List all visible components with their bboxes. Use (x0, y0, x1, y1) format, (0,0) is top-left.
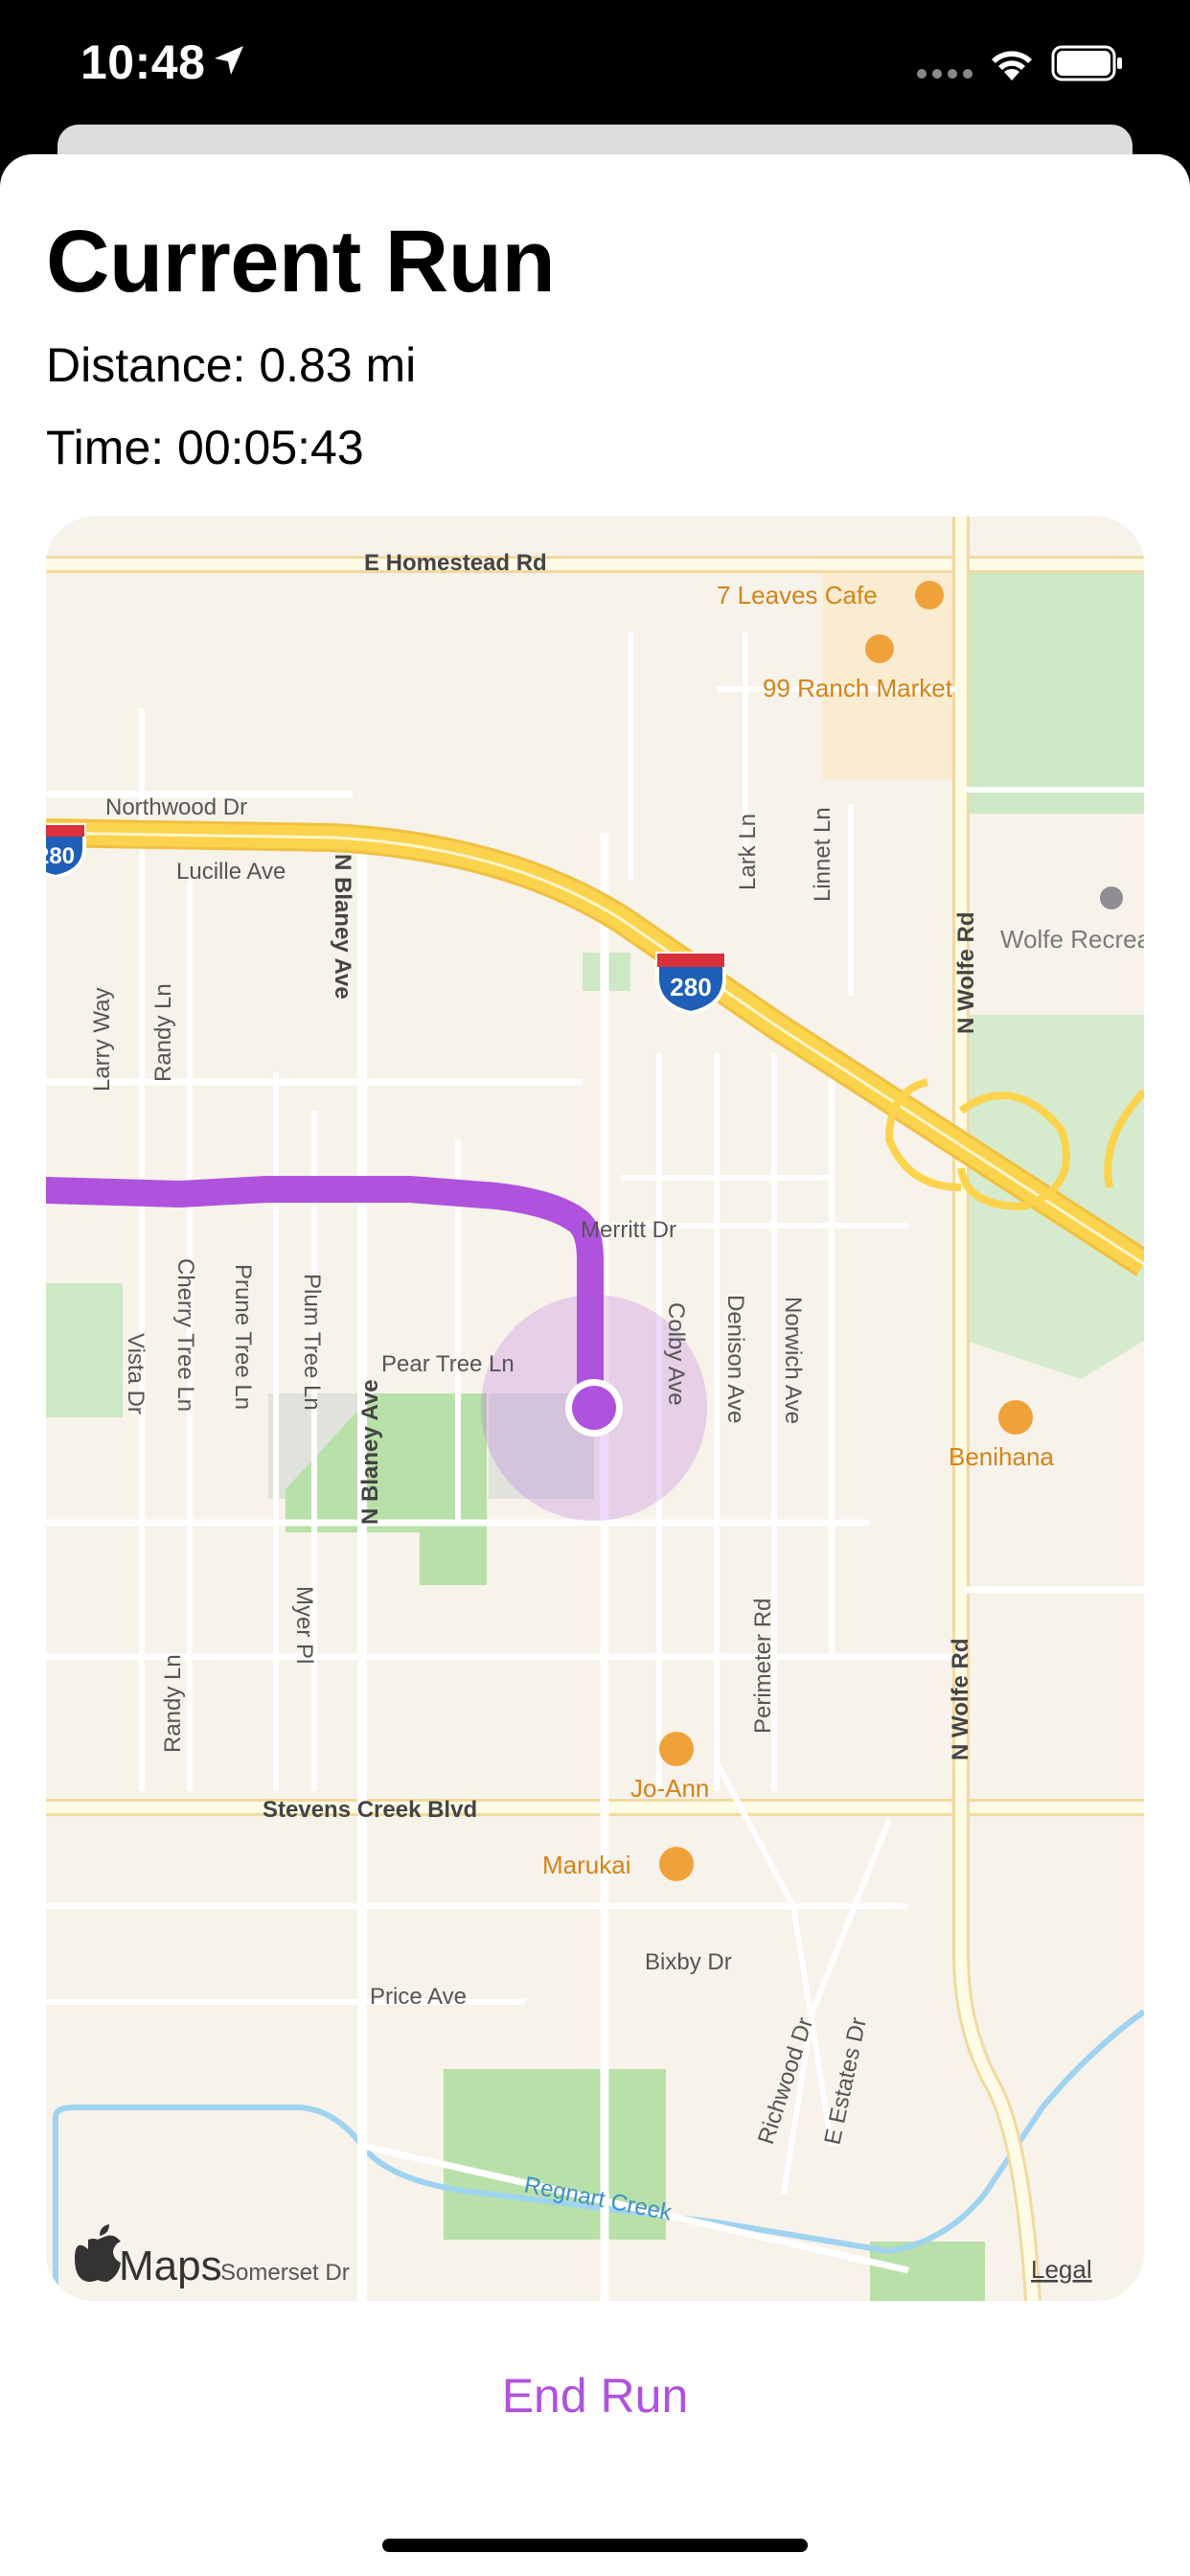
street-label: Stevens Creek Blvd (263, 1797, 477, 1823)
cafe-icon (915, 581, 944, 610)
location-arrow-icon (215, 46, 243, 75)
street-label: Randy Ln (150, 983, 176, 1082)
page-title: Current Run (46, 213, 556, 310)
street-label: N Blaney Ave (357, 1379, 383, 1525)
street-label: N Wolfe Rd (948, 1638, 973, 1760)
street-label: E Homestead Rd (364, 550, 547, 576)
street-label: Denison Ave (722, 1295, 748, 1423)
home-indicator[interactable] (382, 2539, 808, 2552)
poi-label: 99 Ranch Market (763, 674, 953, 702)
street-label: Larry Way (89, 988, 115, 1092)
street-label: Norwich Ave (780, 1297, 806, 1424)
cellular-signal-icon (917, 69, 973, 79)
street-label: Colby Ave (663, 1302, 689, 1406)
street-label: Vista Dr (123, 1333, 149, 1414)
park-area (970, 564, 1144, 814)
street-label: Prune Tree Ln (230, 1264, 256, 1410)
street-label: Merritt Dr (581, 1217, 676, 1243)
restaurant-icon (998, 1400, 1033, 1435)
run-sheet: Current Run Distance: 0.83 mi Time: 00:0… (0, 154, 1190, 2576)
highway-shield-label: 280 (670, 973, 711, 1001)
status-time: 10:48 (80, 35, 206, 89)
street-label: Northwood Dr (105, 794, 247, 820)
poi-label: Wolfe Recreation Center (1000, 925, 1144, 954)
poi-label: Jo-Ann (630, 1774, 709, 1803)
street-label: Plum Tree Ln (299, 1274, 325, 1411)
street-label: Bixby Dr (645, 1949, 732, 1975)
status-bar: 10:48 (0, 0, 1190, 134)
street-label: N Blaney Ave (330, 854, 355, 1000)
shopping-icon (659, 1732, 694, 1766)
highway-shield-icon: 280 (655, 952, 726, 1016)
street-label: N Wolfe Rd (953, 911, 979, 1034)
landmark-icon (1100, 886, 1123, 909)
highway-shield-label: 280 (46, 843, 75, 869)
maps-attribution-label: Maps (119, 2242, 222, 2289)
street-label: Cherry Tree Ln (172, 1258, 198, 1412)
wifi-icon (992, 51, 1032, 80)
street-label: Myer Pl (291, 1586, 317, 1664)
street-label: Perimeter Rd (750, 1598, 776, 1734)
poi-label: Marukai (542, 1851, 630, 1879)
street-label: Linnet Ln (810, 807, 835, 902)
end-run-button[interactable]: End Run (0, 2368, 1190, 2424)
distance-label: Distance: 0.83 mi (46, 338, 417, 392)
legal-link[interactable]: Legal (1031, 2255, 1092, 2284)
street-label: Price Ave (370, 1984, 467, 2010)
poi-label: Benihana (949, 1442, 1054, 1471)
time-label: Time: 00:05:43 (46, 421, 364, 474)
shopping-icon (865, 634, 894, 663)
street-label: Randy Ln (160, 1654, 186, 1753)
street-label: Lucille Ave (176, 859, 286, 885)
street-label: Somerset Dr (220, 2260, 350, 2286)
poi-label: 7 Leaves Cafe (717, 581, 878, 610)
shopping-icon (659, 1847, 694, 1881)
run-map[interactable]: 280 280 E Homestead Rd Northwood Dr Luci… (46, 517, 1144, 2301)
street-label: Pear Tree Ln (381, 1351, 515, 1377)
park-area (46, 1283, 123, 1417)
street-label: Lark Ln (735, 814, 761, 890)
battery-icon (1051, 45, 1122, 81)
